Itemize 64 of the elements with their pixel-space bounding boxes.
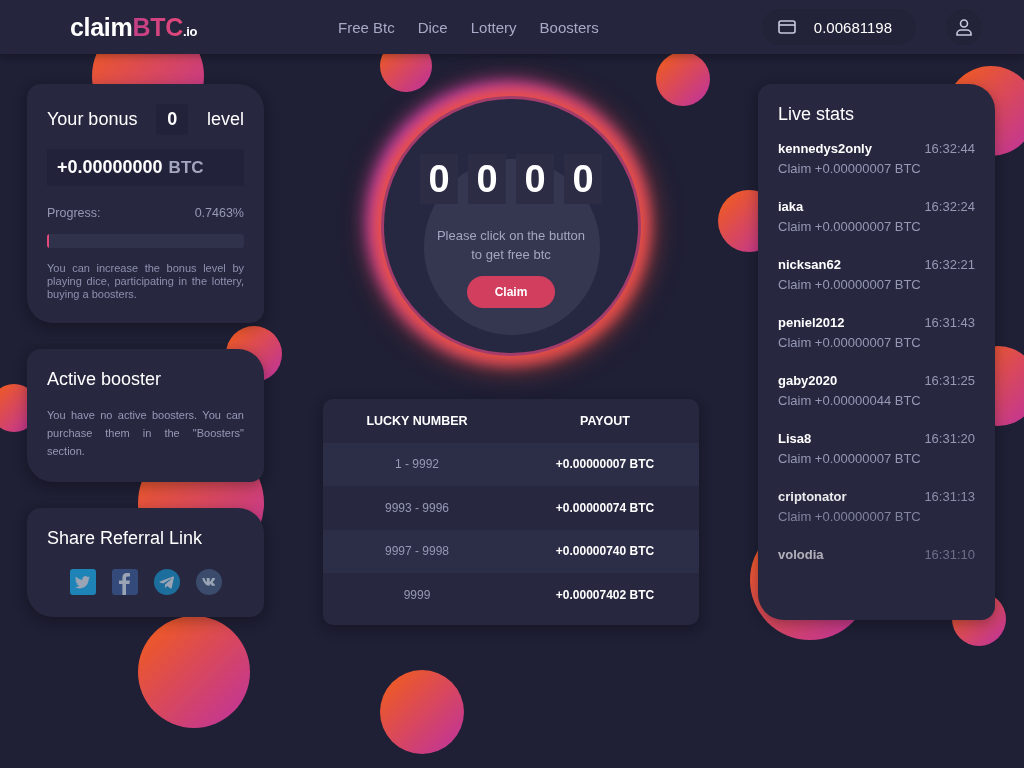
bonus-title: Your bonus xyxy=(47,109,138,130)
nav-link[interactable]: Boosters xyxy=(539,14,599,40)
claim-amount: Claim +0.00000007 BTC xyxy=(778,277,922,292)
nav-link[interactable]: Dice xyxy=(417,14,448,40)
timestamp: 16:31:13 xyxy=(924,489,975,504)
table-cell-text: +0.00007402 BTC xyxy=(554,587,656,602)
digit: 0 xyxy=(468,154,506,204)
table-cell-text: +0.00000074 BTC xyxy=(554,500,656,515)
user-icon xyxy=(955,18,973,36)
card-title: Share Referral Link xyxy=(47,528,204,549)
claim-amount: Claim +0.00000044 BTC xyxy=(778,393,922,408)
timestamp: 16:31:43 xyxy=(924,315,975,330)
paper-plane-icon[interactable] xyxy=(153,569,180,595)
claim-amount: Claim +0.00000007 BTC xyxy=(778,451,922,466)
table-cell-text: +0.00000740 BTC xyxy=(554,544,656,559)
nav-link[interactable]: Lottery xyxy=(470,14,517,40)
progress-label: Progress: xyxy=(47,206,101,220)
user-button[interactable] xyxy=(946,9,982,45)
username: volodia xyxy=(778,547,824,562)
claim-amount: Claim +0.00000007 BTC xyxy=(778,161,922,176)
username: peniel2012 xyxy=(778,315,845,330)
timestamp: 16:31:10 xyxy=(924,547,975,562)
claim-amount: Claim +0.00000007 BTC xyxy=(778,509,922,524)
claim-button[interactable]: Claim xyxy=(467,276,555,308)
card-icon xyxy=(777,20,796,34)
username: iaka xyxy=(778,199,804,214)
username: criptonator xyxy=(778,489,847,504)
username: Lisa8 xyxy=(778,431,812,446)
table-cell-text: 9993 - 9996 xyxy=(383,500,451,515)
timestamp: 16:32:44 xyxy=(924,141,975,156)
claim-amount: Claim +0.00000007 BTC xyxy=(778,335,922,350)
timestamp: 16:32:24 xyxy=(924,199,975,214)
vk-icon[interactable] xyxy=(195,569,222,595)
bird-icon[interactable] xyxy=(69,569,96,595)
card-title: Active booster xyxy=(47,369,163,390)
facebook-icon[interactable] xyxy=(111,569,138,595)
card-title: Live stats xyxy=(778,104,856,125)
username: gaby2020 xyxy=(778,373,838,388)
bonus-note: You can increase the bonus level by playing dice, participating in the lottery, buying a boosters. xyxy=(47,262,244,301)
column-header: PAYOUT xyxy=(579,413,631,428)
timestamp: 16:31:20 xyxy=(924,431,975,446)
claim-amount: Claim +0.00000007 BTC xyxy=(778,219,922,234)
column-header: LUCKY NUMBER xyxy=(365,413,469,428)
digit: 0 xyxy=(420,154,458,204)
timestamp: 16:32:21 xyxy=(924,257,975,272)
progress-reading: 0.7463% xyxy=(194,206,244,220)
bonus-amount-field: +0.00000000 BTC xyxy=(47,149,244,186)
gradient-circle xyxy=(656,52,710,106)
claim-message: Please click on the button to get free btc xyxy=(435,227,587,264)
bonus-title: level xyxy=(206,109,244,130)
table-cell-text: 1 - 9992 xyxy=(393,457,440,472)
nav-link[interactable]: Free Btc xyxy=(338,14,395,40)
username: kennedys2only xyxy=(778,141,872,156)
username: nicksan62 xyxy=(778,257,841,272)
timestamp: 16:31:25 xyxy=(924,373,975,388)
digit: 0 xyxy=(516,154,554,204)
booster-text: You have no active boosters. You can purchase them in the "Boosters" section. xyxy=(47,408,244,459)
table-cell-text: 9999 xyxy=(402,587,432,602)
logo[interactable]: claimBTC.io xyxy=(70,12,280,42)
table-cell-text: 9997 - 9998 xyxy=(383,544,451,559)
table-cell-text: +0.00000007 BTC xyxy=(554,457,656,472)
balance-value: 0.00681198 xyxy=(813,18,892,36)
digit: 0 xyxy=(564,154,602,204)
level-value: 0 xyxy=(156,104,189,135)
